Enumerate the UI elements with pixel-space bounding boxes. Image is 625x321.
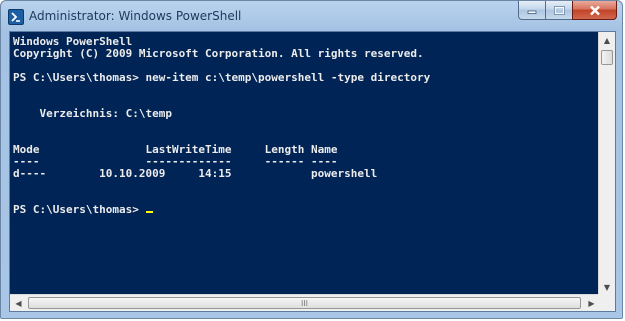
- arrow-down-icon: ▼: [603, 283, 611, 292]
- horizontal-scroll-thumb[interactable]: III: [28, 297, 581, 309]
- window-controls: [518, 1, 617, 21]
- text-cursor: [146, 211, 154, 213]
- minimize-icon: [527, 10, 537, 14]
- powershell-icon[interactable]: [8, 9, 24, 25]
- maximize-button[interactable]: [545, 1, 572, 20]
- console-output[interactable]: Windows PowerShell Copyright (C) 2009 Mi…: [10, 32, 600, 296]
- prompt-text: PS C:\Users\thomas>: [13, 203, 146, 216]
- window-title: Administrator: Windows PowerShell: [29, 9, 242, 23]
- vertical-scrollbar[interactable]: ▲ ▼: [598, 32, 615, 296]
- console-line: d---- 10.10.2009 14:15 powershell: [13, 167, 378, 180]
- scrollbar-corner: [598, 294, 615, 311]
- close-button[interactable]: [572, 1, 617, 20]
- minimize-button[interactable]: [518, 1, 545, 20]
- console-client-area: Windows PowerShell Copyright (C) 2009 Mi…: [9, 31, 616, 312]
- scroll-left-button[interactable]: ◀: [10, 295, 27, 311]
- maximize-icon: [553, 5, 565, 15]
- console-line: Copyright (C) 2009 Microsoft Corporation…: [13, 47, 424, 60]
- powershell-window: Administrator: Windows PowerShell Window…: [0, 0, 623, 319]
- horizontal-scrollbar[interactable]: ◀ III ▶: [10, 294, 600, 311]
- title-bar[interactable]: Administrator: Windows PowerShell: [1, 1, 622, 31]
- close-icon: [589, 5, 600, 15]
- arrow-right-icon: ▶: [588, 298, 595, 308]
- scroll-grip-icon: III: [300, 299, 309, 308]
- console-line: Verzeichnis: C:\temp: [13, 107, 172, 120]
- vertical-scroll-thumb[interactable]: [601, 50, 613, 65]
- prompt-line: PS C:\Users\thomas>: [13, 203, 154, 216]
- scroll-up-button[interactable]: ▲: [599, 32, 615, 49]
- console-line: PS C:\Users\thomas> new-item c:\temp\pow…: [13, 71, 431, 84]
- arrow-left-icon: ◀: [15, 298, 22, 308]
- arrow-up-icon: ▲: [603, 36, 611, 45]
